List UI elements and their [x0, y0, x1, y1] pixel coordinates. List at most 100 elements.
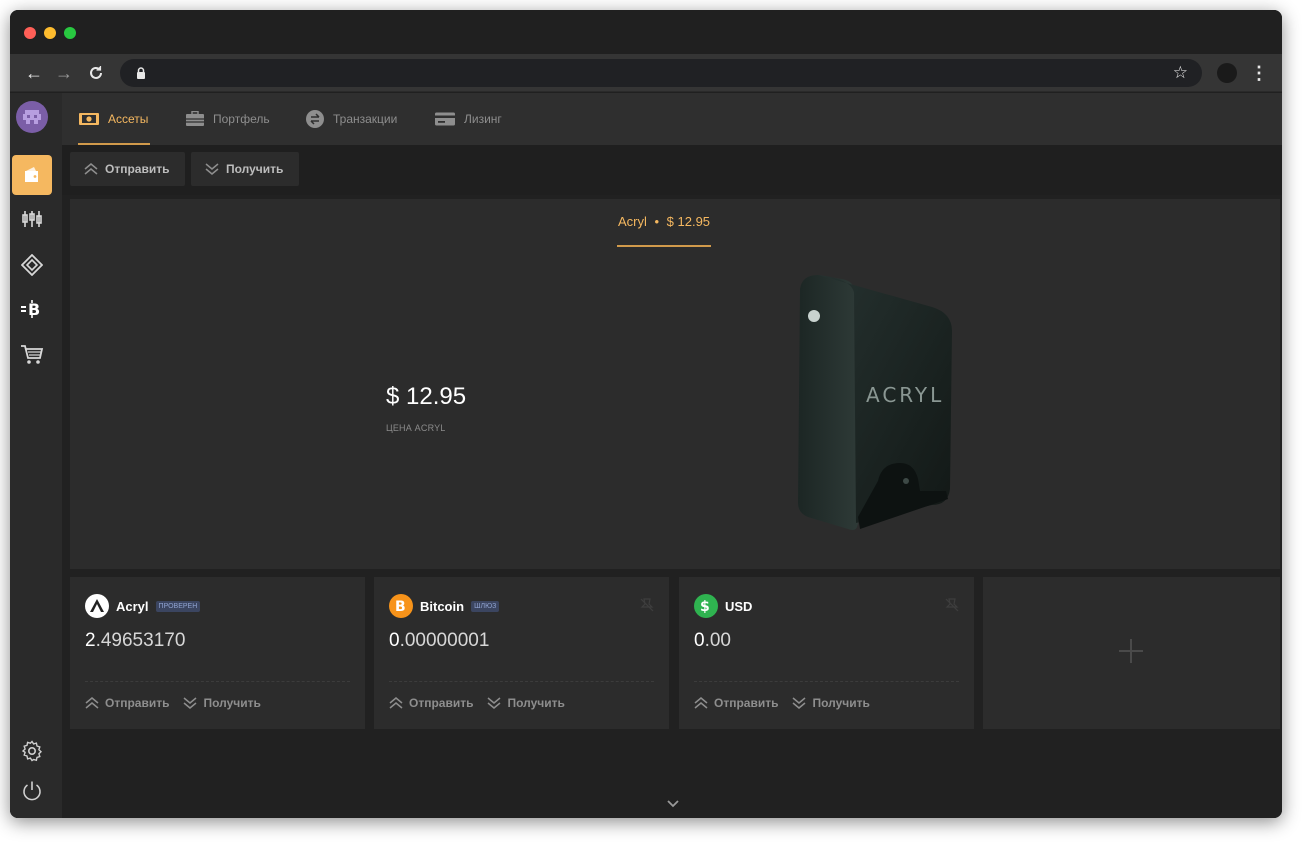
- sidebar-item-shop[interactable]: [12, 335, 52, 375]
- asset-name: USD: [725, 598, 753, 614]
- forward-button[interactable]: →: [52, 61, 76, 85]
- tab-label: Лизинг: [464, 112, 502, 126]
- candlestick-chart-icon: [22, 211, 42, 227]
- asset-balance: 0.00000001: [389, 630, 489, 652]
- balance-fraction: .00000001: [399, 630, 490, 651]
- card-receive-button[interactable]: Получить: [792, 696, 870, 710]
- hero-asset-name: Acryl: [617, 214, 647, 229]
- tab-transactions[interactable]: Транзакции: [305, 93, 397, 145]
- card-divider: [85, 681, 350, 682]
- send-label: Отправить: [105, 162, 170, 176]
- gear-icon: [21, 740, 43, 762]
- power-icon: [23, 781, 41, 801]
- card-header: Acryl ПРОВЕРЕН: [85, 594, 201, 618]
- double-chevron-up-icon: [85, 697, 99, 709]
- sidebar-item-wallet[interactable]: [12, 155, 52, 195]
- card-divider: [694, 681, 959, 682]
- card-receive-label: Получить: [507, 696, 565, 710]
- double-chevron-up-icon: [389, 697, 403, 709]
- price-value: $ 12.95: [386, 383, 467, 410]
- sidebar-item-gateway[interactable]: B: [12, 289, 52, 329]
- hero-separator: •: [654, 214, 660, 229]
- unpin-icon[interactable]: [944, 597, 960, 613]
- hero-asset-price: $ 12.95: [666, 214, 711, 229]
- device-logo: ACRYL: [866, 383, 944, 407]
- tab-label: Ассеты: [108, 112, 149, 126]
- card-send-label: Отправить: [105, 696, 170, 710]
- back-button[interactable]: ←: [22, 61, 46, 85]
- hero-asset-tab[interactable]: Acryl • $ 12.95: [617, 213, 711, 247]
- bookmark-star-icon[interactable]: ☆: [1173, 62, 1188, 84]
- card-icon: [435, 112, 455, 126]
- sidebar-item-tokens[interactable]: [12, 245, 52, 285]
- bitcoin-transfer-icon: B: [21, 300, 40, 319]
- asset-hero-panel: Acryl • $ 12.95 $ 12.95 ЦЕНА ACRYL ACRYL: [70, 199, 1280, 569]
- double-chevron-up-icon: [694, 697, 708, 709]
- card-receive-button[interactable]: Получить: [183, 696, 261, 710]
- card-send-button[interactable]: Отправить: [389, 696, 473, 710]
- dollar-icon: $: [694, 594, 718, 618]
- main-tabs: Ассеты Портфель Транзакции Лизинг: [62, 93, 1282, 145]
- tab-portfolio[interactable]: Портфель: [185, 93, 270, 145]
- logout-button[interactable]: [12, 771, 52, 811]
- plus-icon: [1119, 639, 1143, 663]
- acryl-icon: [85, 594, 109, 618]
- action-bar: Отправить Получить: [62, 145, 1282, 195]
- send-button[interactable]: Отправить: [70, 152, 186, 186]
- svg-text:B: B: [28, 300, 40, 319]
- balance-integer: 2: [85, 630, 96, 651]
- tab-label: Портфель: [213, 112, 270, 126]
- double-chevron-down-icon: [184, 697, 197, 709]
- gateway-badge: ШЛЮЗ: [471, 600, 500, 612]
- card-receive-label: Получить: [203, 696, 261, 710]
- sidebar-item-dex[interactable]: [12, 199, 52, 239]
- settings-button[interactable]: [12, 731, 52, 771]
- card-send-button[interactable]: Отправить: [694, 696, 778, 710]
- chevron-down-icon[interactable]: [665, 797, 681, 811]
- asset-card-bitcoin[interactable]: B Bitcoin ШЛЮЗ 0.00000001 Отправить Полу…: [374, 577, 669, 729]
- card-receive-button[interactable]: Получить: [487, 696, 565, 710]
- card-header: B Bitcoin ШЛЮЗ: [389, 594, 500, 618]
- user-avatar-icon[interactable]: [16, 101, 48, 133]
- briefcase-icon: [186, 111, 204, 126]
- tab-assets[interactable]: Ассеты: [78, 93, 151, 145]
- acryl-device-image: ACRYL: [798, 275, 952, 530]
- svg-text:B: B: [395, 599, 406, 614]
- unpin-icon[interactable]: [639, 597, 655, 613]
- card-actions: Отправить Получить: [389, 696, 565, 710]
- asset-card-usd[interactable]: $ USD 0.00 Отправить Получить: [679, 577, 974, 729]
- double-chevron-down-icon: [205, 163, 219, 175]
- browser-menu-button[interactable]: ⋮: [1250, 61, 1268, 85]
- reload-icon: [90, 66, 102, 79]
- cart-icon: [21, 345, 44, 364]
- double-chevron-up-icon: [84, 163, 98, 175]
- price-label: ЦЕНА ACRYL: [386, 423, 446, 433]
- profile-avatar[interactable]: [1217, 63, 1237, 83]
- wallet-app: B Ассеты Портфель Транзакции Лизинг Отпр…: [10, 93, 1282, 818]
- asset-name: Bitcoin: [420, 598, 465, 614]
- balance-integer: 0: [694, 630, 705, 651]
- card-header: $ USD: [694, 594, 752, 618]
- balance-fraction: .00: [704, 630, 731, 651]
- close-window-button[interactable]: [24, 27, 36, 39]
- card-send-label: Отправить: [714, 696, 779, 710]
- tab-label: Транзакции: [333, 112, 398, 126]
- tab-leasing[interactable]: Лизинг: [434, 93, 502, 145]
- add-asset-card[interactable]: [983, 577, 1280, 729]
- asset-card-acryl[interactable]: Acryl ПРОВЕРЕН 2.49653170 Отправить Полу…: [70, 577, 365, 729]
- receive-label: Получить: [226, 162, 284, 176]
- card-divider: [389, 681, 654, 682]
- money-icon: [79, 113, 99, 125]
- title-bar: [10, 10, 1282, 54]
- browser-toolbar: ← → ☆ ⋮: [10, 54, 1282, 92]
- double-chevron-down-icon: [793, 697, 806, 709]
- reload-button[interactable]: [84, 61, 108, 85]
- card-send-button[interactable]: Отправить: [85, 696, 169, 710]
- address-bar[interactable]: ☆: [120, 59, 1202, 87]
- sidebar: B: [10, 93, 62, 818]
- receive-button[interactable]: Получить: [191, 152, 300, 186]
- bitcoin-icon: B: [389, 594, 413, 618]
- maximize-window-button[interactable]: [64, 27, 76, 39]
- card-actions: Отправить Получить: [694, 696, 870, 710]
- minimize-window-button[interactable]: [44, 27, 56, 39]
